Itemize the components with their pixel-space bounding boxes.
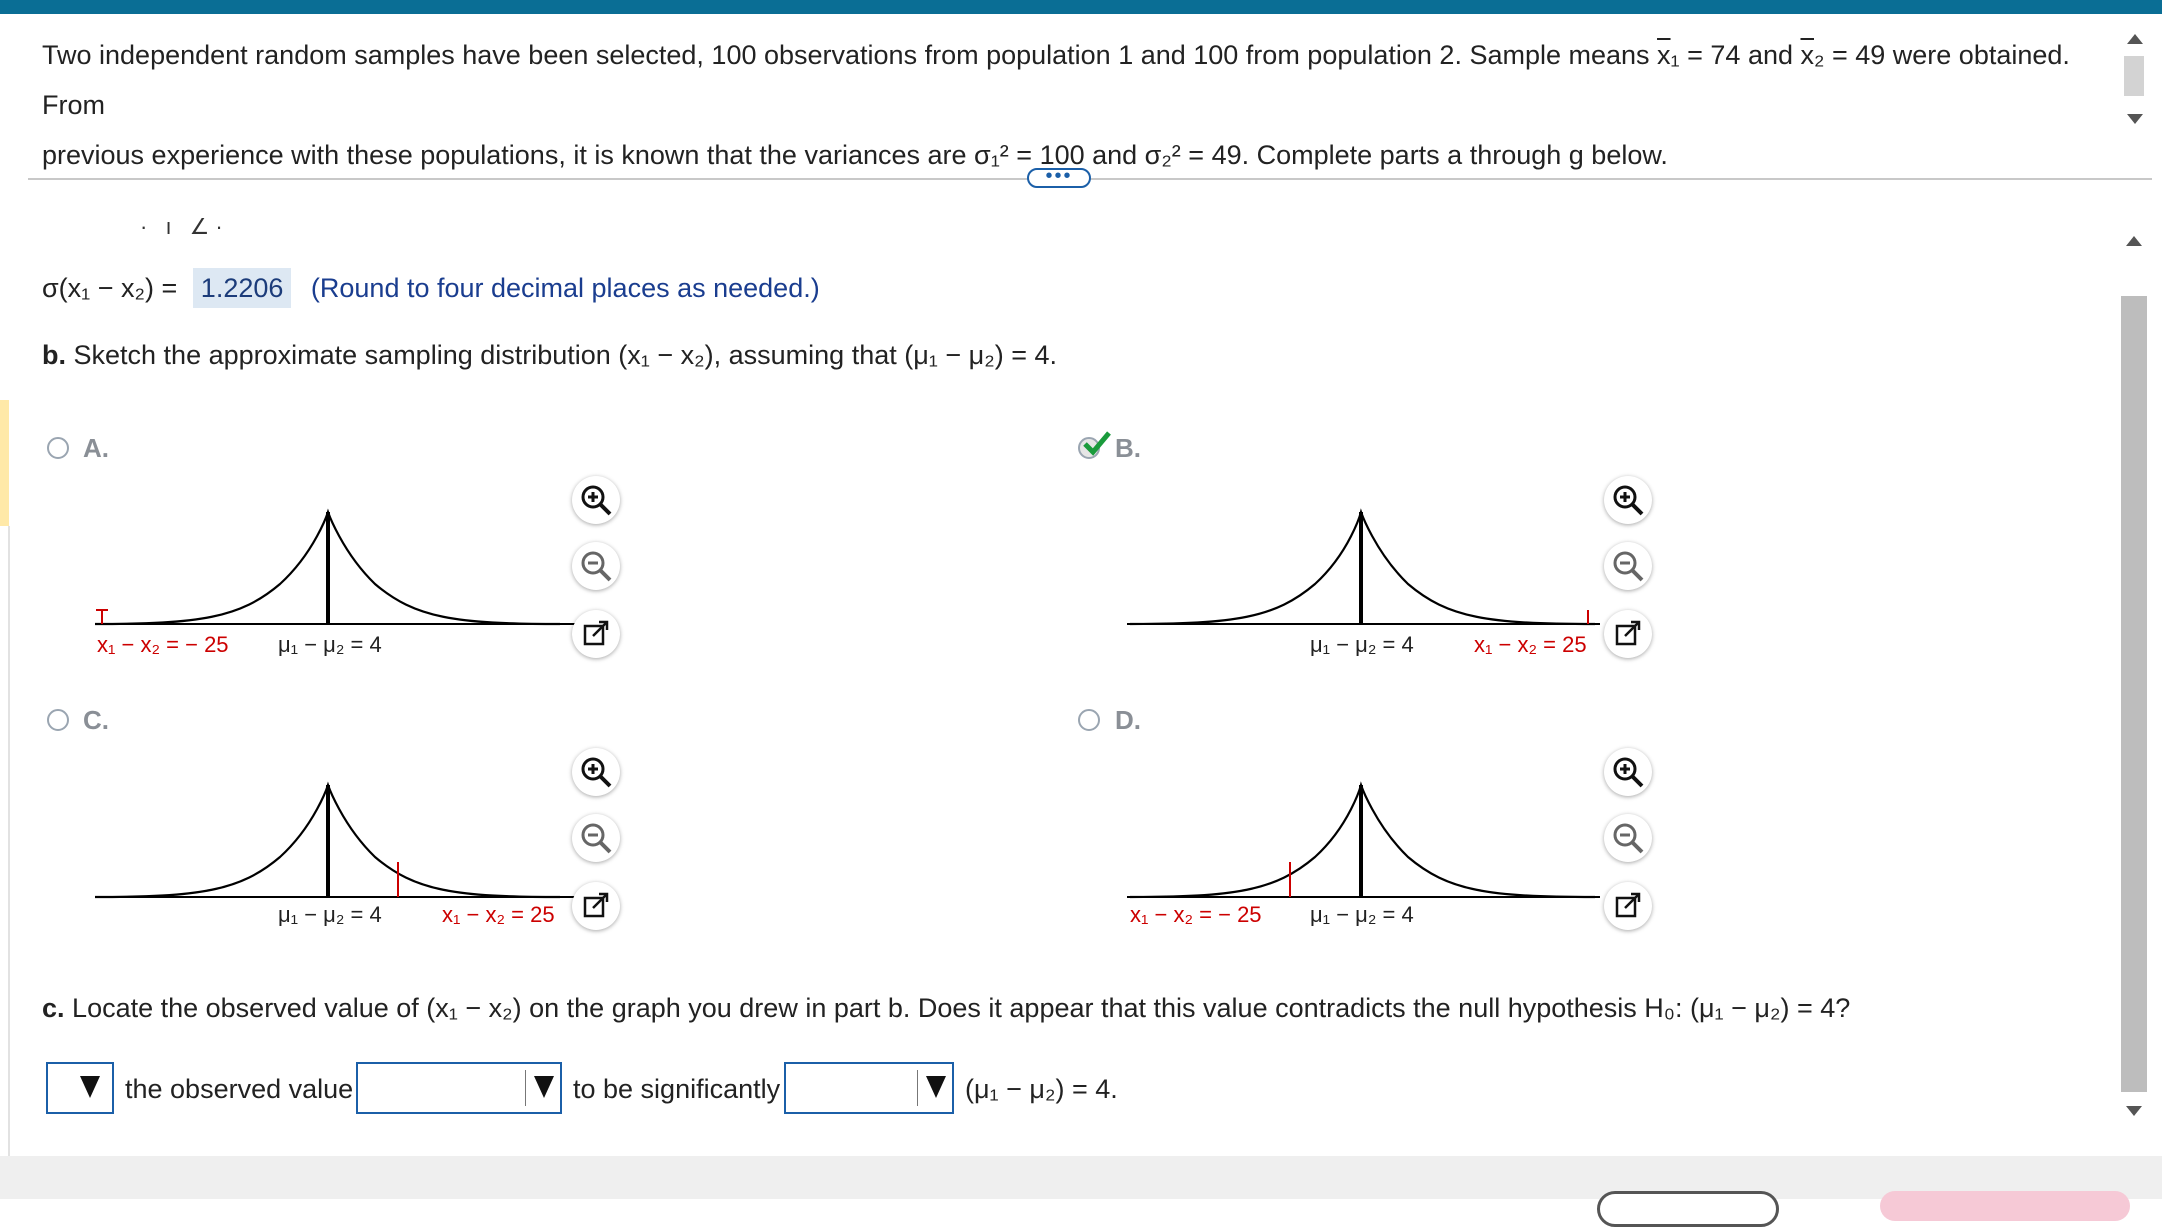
option-c-radio[interactable] <box>47 709 69 731</box>
x2-bar: x <box>1800 40 1815 70</box>
part-b-text: Sketch the approximate sampling distribu… <box>73 340 1057 370</box>
option-b-marker-label: x₁ − x₂ = 25 <box>1474 632 1587 657</box>
question-line1-a: Two independent random samples have been… <box>42 40 1658 70</box>
option-d-zoom-out-button[interactable] <box>1604 814 1652 862</box>
option-b-mean-label: μ₁ − μ₂ = 4 <box>1310 632 1414 657</box>
zoom-out-icon <box>581 551 612 582</box>
option-c-mean-label: μ₁ − μ₂ = 4 <box>278 902 382 927</box>
popout-icon <box>583 892 609 918</box>
part-c-text: Locate the observed value of (x₁ − x₂) o… <box>72 993 1851 1023</box>
option-d-radio[interactable] <box>1078 709 1100 731</box>
sigma-label: σ(x₁ − x₂) = <box>42 273 178 303</box>
option-b-label: B. <box>1115 433 1141 463</box>
zoom-out-icon <box>1613 823 1644 854</box>
answer-dropdown-1[interactable] <box>46 1062 114 1114</box>
zoom-in-icon <box>581 757 612 788</box>
left-accent-bar <box>0 400 9 526</box>
answer-text-1: the observed value <box>125 1074 354 1104</box>
zoom-out-icon <box>1613 551 1644 582</box>
top-scroll-down-icon[interactable] <box>2127 114 2143 124</box>
option-b-zoom-in-button[interactable] <box>1604 476 1652 524</box>
option-d-popout-button[interactable] <box>1604 882 1652 930</box>
option-c-zoom-out-button[interactable] <box>572 814 620 862</box>
footer-bar <box>0 1156 2162 1199</box>
option-b-graph <box>1127 508 1600 626</box>
main-scrollbar-thumb[interactable] <box>2121 296 2147 1092</box>
zoom-in-icon <box>581 485 612 516</box>
part-c-letter: c. <box>42 993 65 1023</box>
option-a-mean-label: μ₁ − μ₂ = 4 <box>278 632 382 657</box>
option-d-label: D. <box>1115 705 1141 735</box>
part-b-letter: b. <box>42 340 66 370</box>
option-c-graph <box>94 781 580 899</box>
left-border-line <box>8 526 10 1156</box>
zoom-out-icon <box>581 823 612 854</box>
option-a-zoom-in-button[interactable] <box>572 476 620 524</box>
option-a-graph <box>94 508 580 626</box>
popout-icon <box>1615 892 1641 918</box>
option-c-popout-button[interactable] <box>572 882 620 930</box>
popout-icon <box>583 620 609 646</box>
cropped-text-fragment: · ı ∠· <box>140 214 229 239</box>
footer-button-primary[interactable] <box>1880 1191 2130 1221</box>
x1-bar: x <box>1657 40 1671 70</box>
answer-text-2: to be significantly <box>573 1074 781 1104</box>
top-scrollbar-thumb[interactable] <box>2124 56 2144 96</box>
rounding-hint: (Round to four decimal places as needed.… <box>310 273 820 303</box>
part-a-answer-row: σ(x₁ − x₂) = 1.2206 (Round to four decim… <box>42 268 820 308</box>
checkmark-icon <box>1083 431 1111 456</box>
option-b-popout-button[interactable] <box>1604 610 1652 658</box>
part-b-prompt: b. Sketch the approximate sampling distr… <box>42 340 1057 371</box>
footer-button-secondary[interactable] <box>1597 1191 1779 1227</box>
main-scroll-up-icon[interactable] <box>2126 236 2142 246</box>
dropdown-arrow-icon <box>80 1076 100 1098</box>
expand-more-button[interactable]: ••• <box>1027 166 1091 188</box>
option-d-mean-label: μ₁ − μ₂ = 4 <box>1310 902 1414 927</box>
answer-dropdown-3[interactable] <box>784 1062 954 1114</box>
zoom-in-icon <box>1613 757 1644 788</box>
zoom-in-icon <box>1613 485 1644 516</box>
option-d-zoom-in-button[interactable] <box>1604 748 1652 796</box>
answer-text-3: (μ₁ − μ₂) = 4. <box>965 1074 1118 1104</box>
top-scroll-up-icon[interactable] <box>2127 34 2143 44</box>
option-c-marker-label: x₁ − x₂ = 25 <box>442 902 555 927</box>
option-d-marker-label: x₁ − x₂ = − 25 <box>1130 902 1262 927</box>
main-scroll-down-icon[interactable] <box>2126 1106 2142 1116</box>
option-b-zoom-out-button[interactable] <box>1604 542 1652 590</box>
option-a-zoom-out-button[interactable] <box>572 542 620 590</box>
question-text: Two independent random samples have been… <box>42 30 2102 180</box>
option-c-label: C. <box>83 705 109 735</box>
question-line1-b: ₁ = 74 and <box>1670 40 1801 70</box>
option-d-graph <box>1127 781 1600 899</box>
option-a-marker-label: x₁ − x₂ = − 25 <box>97 632 229 657</box>
popout-icon <box>1615 620 1641 646</box>
option-a-label: A. <box>83 433 109 463</box>
dropdown-arrow-icon <box>534 1076 554 1098</box>
dropdown-arrow-icon <box>926 1076 946 1098</box>
option-c-zoom-in-button[interactable] <box>572 748 620 796</box>
option-a-popout-button[interactable] <box>572 610 620 658</box>
option-a-radio[interactable] <box>47 437 69 459</box>
answer-dropdown-2[interactable] <box>356 1062 562 1114</box>
sigma-answer-box[interactable]: 1.2206 <box>192 268 292 308</box>
part-c-prompt: c. Locate the observed value of (x₁ − x₂… <box>42 993 1850 1024</box>
top-header-bar <box>0 0 2162 14</box>
